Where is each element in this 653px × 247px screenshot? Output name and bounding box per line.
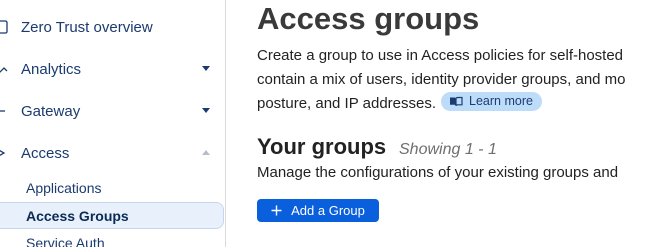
sidebar-item-label: Access (21, 144, 70, 162)
sidebar-subitem-access-groups[interactable]: Access Groups (0, 202, 224, 229)
plus-icon (271, 205, 282, 216)
book-icon (450, 96, 463, 107)
sidebar-item-label: Gateway (21, 102, 81, 120)
sidebar-item-gateway[interactable]: Gateway (0, 91, 224, 131)
section-description: Manage the configurations of your existi… (257, 164, 619, 181)
sidebar-subitem-service-auth[interactable]: Service Auth (0, 229, 224, 247)
description-line-text: posture, and IP addresses. (257, 95, 437, 112)
add-group-label: Add a Group (291, 203, 365, 218)
main-content: Access groups Create a group to use in A… (257, 0, 653, 247)
sidebar-item-access[interactable]: Access (0, 133, 224, 173)
page-description: Create a group to use in Access policies… (257, 44, 653, 116)
sidebar: Zero Trust overview Analytics Gateway Ac… (0, 0, 226, 247)
sidebar-item-zero-trust-overview[interactable]: Zero Trust overview (0, 7, 224, 47)
description-line: contain a mix of users, identity provide… (257, 71, 626, 88)
sidebar-item-label: Zero Trust overview (21, 18, 153, 36)
section-title: Your groups (257, 134, 387, 159)
add-group-button[interactable]: Add a Group (257, 199, 379, 222)
sidebar-subitem-label: Applications (26, 179, 102, 196)
page-title: Access groups (257, 1, 480, 36)
description-line-last: posture, and IP addresses. Learn more (257, 92, 653, 116)
showing-count: Showing 1 - 1 (399, 141, 497, 158)
learn-more-label: Learn more (469, 94, 533, 108)
chevron-up-icon[interactable] (202, 150, 210, 155)
sidebar-subitem-applications[interactable]: Applications (0, 174, 224, 201)
chart-icon (0, 62, 12, 76)
learn-more-link[interactable]: Learn more (441, 92, 542, 111)
document-icon (0, 20, 12, 34)
access-icon (0, 146, 12, 160)
sidebar-item-label: Analytics (21, 60, 82, 78)
description-line: Create a group to use in Access policies… (257, 47, 624, 64)
sidebar-item-analytics[interactable]: Analytics (0, 49, 224, 89)
chevron-down-icon[interactable] (202, 66, 210, 71)
sidebar-subitem-label: Service Auth (26, 234, 105, 247)
gateway-icon (0, 104, 12, 118)
chevron-down-icon[interactable] (202, 108, 210, 113)
sidebar-subitem-label: Access Groups (26, 207, 129, 224)
